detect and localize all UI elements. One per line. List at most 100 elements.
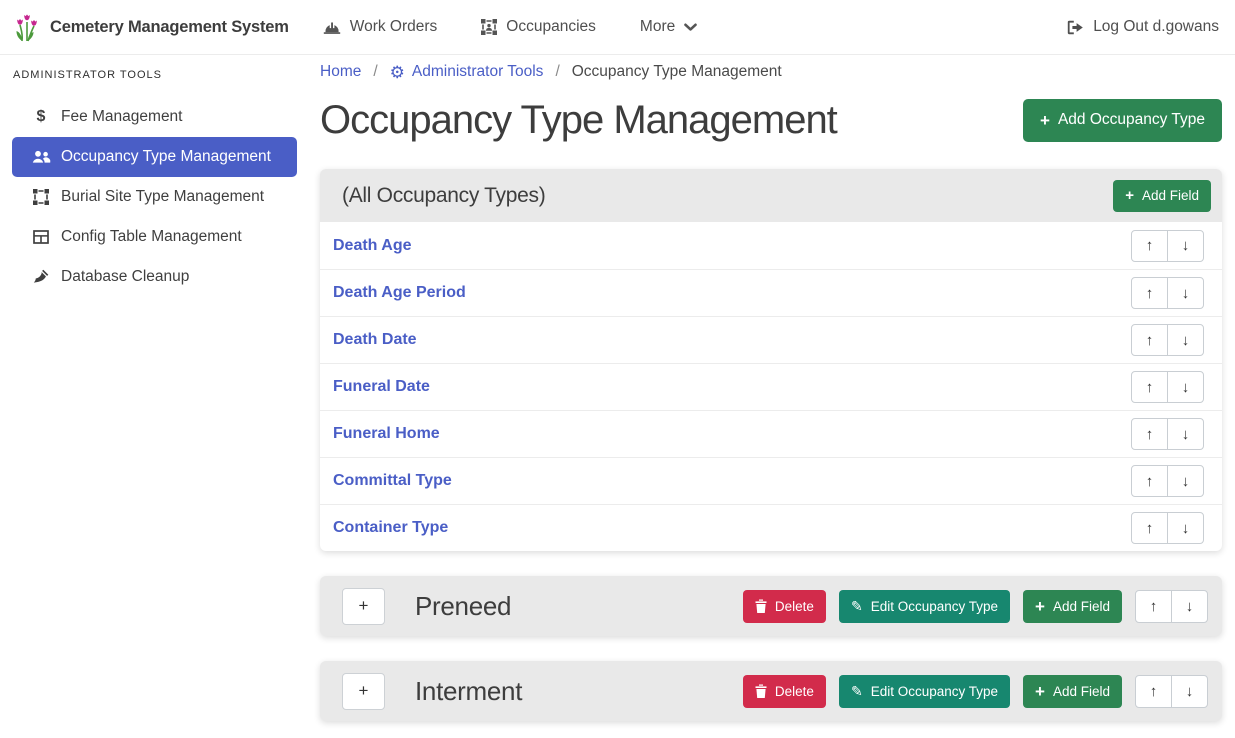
move-up-button[interactable]: ↑ — [1135, 590, 1172, 623]
table-row: Death Age ↑ ↓ — [320, 222, 1222, 269]
move-down-button[interactable]: ↓ — [1171, 590, 1208, 623]
pencil-icon: ✎ — [851, 684, 863, 698]
sidebar-item-database-cleanup[interactable]: Database Cleanup — [12, 257, 297, 297]
table-row: Container Type ↑ ↓ — [320, 504, 1222, 551]
add-occupancy-type-button[interactable]: + Add Occupancy Type — [1023, 99, 1222, 142]
sidebar-item-label: Occupancy Type Management — [61, 148, 271, 166]
field-link[interactable]: Funeral Date — [333, 378, 430, 396]
reorder-buttons: ↑ ↓ — [1131, 512, 1204, 544]
move-down-button[interactable]: ↓ — [1167, 277, 1204, 309]
arrow-up-icon: ↑ — [1146, 332, 1154, 349]
sidebar-item-fee-management[interactable]: $ Fee Management — [12, 97, 297, 137]
delete-label: Delete — [775, 599, 814, 614]
nav-occupancies[interactable]: Occupancies — [481, 18, 596, 36]
delete-label: Delete — [775, 684, 814, 699]
logout-button[interactable]: Log Out d.gowans — [1067, 18, 1219, 36]
delete-button[interactable]: Delete — [743, 675, 826, 708]
delete-button[interactable]: Delete — [743, 590, 826, 623]
add-field-label: Add Field — [1142, 188, 1199, 203]
table-row: Funeral Date ↑ ↓ — [320, 363, 1222, 410]
edit-label: Edit Occupancy Type — [871, 599, 998, 614]
plus-icon: + — [359, 681, 369, 701]
field-link[interactable]: Death Age Period — [333, 284, 466, 302]
users-icon — [30, 150, 52, 164]
reorder-buttons: ↑ ↓ — [1135, 675, 1208, 708]
sidebar-item-burial-site-type-management[interactable]: Burial Site Type Management — [12, 177, 297, 217]
plus-icon: + — [1040, 112, 1050, 129]
table-row: Death Date ↑ ↓ — [320, 316, 1222, 363]
sidebar-item-label: Burial Site Type Management — [61, 188, 264, 206]
breadcrumb-current: Occupancy Type Management — [572, 63, 782, 81]
edit-occupancy-type-button[interactable]: ✎ Edit Occupancy Type — [839, 675, 1010, 708]
table-row: Funeral Home ↑ ↓ — [320, 410, 1222, 457]
move-down-button[interactable]: ↓ — [1167, 512, 1204, 544]
all-occupancy-types-header: (All Occupancy Types) + Add Field — [320, 169, 1222, 222]
gear-icon: ⚙ — [390, 64, 405, 81]
move-down-button[interactable]: ↓ — [1167, 324, 1204, 356]
move-down-button[interactable]: ↓ — [1167, 230, 1204, 262]
table-row: Death Age Period ↑ ↓ — [320, 269, 1222, 316]
arrow-down-icon: ↓ — [1182, 379, 1190, 396]
move-down-button[interactable]: ↓ — [1167, 418, 1204, 450]
trash-icon — [755, 599, 767, 613]
nav-more[interactable]: More — [640, 18, 697, 36]
add-field-button[interactable]: + Add Field — [1113, 180, 1211, 212]
tulip-logo-icon — [14, 12, 40, 42]
move-up-button[interactable]: ↑ — [1131, 371, 1168, 403]
add-field-label: Add Field — [1053, 599, 1110, 614]
section-interment: + Interment Delete ✎ Edit Occu — [320, 661, 1222, 721]
field-link[interactable]: Committal Type — [333, 472, 452, 490]
app-body: Administrator Tools $ Fee Management Occ… — [0, 55, 1235, 721]
arrow-down-icon: ↓ — [1182, 332, 1190, 349]
brand[interactable]: Cemetery Management System — [14, 12, 289, 42]
arrow-up-icon: ↑ — [1146, 285, 1154, 302]
reorder-buttons: ↑ ↓ — [1131, 418, 1204, 450]
sidebar-item-label: Fee Management — [61, 108, 183, 126]
nav-work-orders-label: Work Orders — [350, 18, 438, 36]
move-up-button[interactable]: ↑ — [1131, 418, 1168, 450]
plus-icon: + — [359, 596, 369, 616]
plus-icon: + — [1035, 683, 1045, 700]
move-up-button[interactable]: ↑ — [1131, 324, 1168, 356]
expand-button[interactable]: + — [342, 673, 385, 710]
sidebar-item-label: Config Table Management — [61, 228, 242, 246]
nav-more-label: More — [640, 18, 675, 36]
reorder-buttons: ↑ ↓ — [1131, 371, 1204, 403]
plus-icon: + — [1035, 598, 1045, 615]
breadcrumb-administrator-tools[interactable]: ⚙ Administrator Tools — [390, 63, 544, 81]
sign-out-icon — [1067, 20, 1084, 35]
sidebar-item-config-table-management[interactable]: Config Table Management — [12, 217, 297, 257]
arrow-down-icon: ↓ — [1186, 683, 1194, 700]
move-up-button[interactable]: ↑ — [1131, 277, 1168, 309]
chevron-down-icon — [684, 23, 697, 32]
move-up-button[interactable]: ↑ — [1131, 512, 1168, 544]
arrow-up-icon: ↑ — [1146, 379, 1154, 396]
breadcrumb-home[interactable]: Home — [320, 63, 361, 81]
arrow-down-icon: ↓ — [1182, 520, 1190, 537]
add-field-button[interactable]: + Add Field — [1023, 590, 1122, 623]
field-link[interactable]: Death Age — [333, 237, 412, 255]
field-link[interactable]: Death Date — [333, 331, 417, 349]
move-down-button[interactable]: ↓ — [1167, 371, 1204, 403]
move-up-button[interactable]: ↑ — [1135, 675, 1172, 708]
edit-occupancy-type-button[interactable]: ✎ Edit Occupancy Type — [839, 590, 1010, 623]
field-link[interactable]: Container Type — [333, 519, 448, 537]
sidebar-heading: Administrator Tools — [13, 69, 297, 81]
section-preneed: + Preneed Delete ✎ Edit Occupa — [320, 576, 1222, 636]
expand-button[interactable]: + — [342, 588, 385, 625]
add-field-button[interactable]: + Add Field — [1023, 675, 1122, 708]
card-title: (All Occupancy Types) — [342, 184, 545, 208]
occupancy-frame-icon — [481, 19, 497, 35]
sidebar-item-occupancy-type-management[interactable]: Occupancy Type Management — [12, 137, 297, 177]
section-title: Interment — [415, 676, 522, 707]
nav-work-orders[interactable]: Work Orders — [323, 18, 438, 36]
move-up-button[interactable]: ↑ — [1131, 230, 1168, 262]
reorder-buttons: ↑ ↓ — [1131, 277, 1204, 309]
nav-links: Work Orders Occupancies More — [323, 18, 698, 36]
move-up-button[interactable]: ↑ — [1131, 465, 1168, 497]
arrow-up-icon: ↑ — [1146, 473, 1154, 490]
page-title: Occupancy Type Management — [320, 96, 837, 144]
move-down-button[interactable]: ↓ — [1171, 675, 1208, 708]
move-down-button[interactable]: ↓ — [1167, 465, 1204, 497]
field-link[interactable]: Funeral Home — [333, 425, 440, 443]
